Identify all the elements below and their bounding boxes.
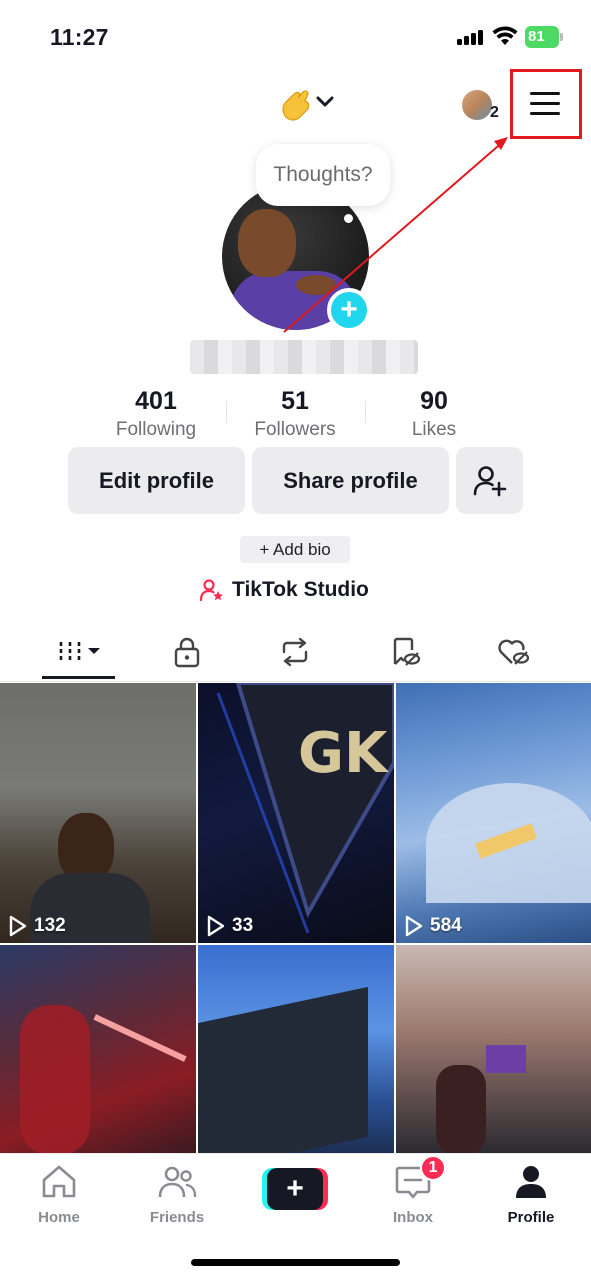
add-friends-button[interactable] bbox=[456, 447, 523, 514]
home-indicator bbox=[191, 1259, 400, 1266]
nav-home-label: Home bbox=[38, 1209, 80, 1226]
nav-inbox-label: Inbox bbox=[393, 1209, 433, 1226]
play-icon bbox=[405, 915, 423, 937]
share-profile-button[interactable]: Share profile bbox=[252, 447, 449, 514]
nav-profile-label: Profile bbox=[507, 1209, 555, 1226]
play-icon bbox=[207, 915, 225, 937]
wifi-icon bbox=[492, 26, 518, 45]
pinched-fingers-icon bbox=[282, 90, 310, 121]
lock-icon bbox=[174, 637, 200, 668]
following-count: 401 bbox=[135, 387, 177, 415]
view-count-value: 584 bbox=[430, 915, 462, 936]
status-emoji[interactable] bbox=[276, 84, 316, 124]
followers-count: 51 bbox=[281, 387, 309, 415]
followers-stat[interactable]: 51 Followers bbox=[225, 385, 365, 443]
likes-label: Likes bbox=[411, 419, 457, 440]
view-count: 584 bbox=[404, 915, 462, 937]
nav-friends-label: Friends bbox=[149, 1209, 205, 1226]
tab-private[interactable] bbox=[152, 630, 222, 674]
tab-videos[interactable] bbox=[44, 630, 114, 674]
home-icon bbox=[42, 1165, 76, 1198]
create-button[interactable]: + bbox=[262, 1168, 328, 1210]
cellular-signal-icon bbox=[457, 29, 485, 45]
following-label: Following bbox=[115, 419, 197, 440]
video-grid: 132 GK 33 584 bbox=[0, 683, 591, 1155]
add-avatar-button[interactable]: + bbox=[327, 288, 371, 332]
view-count-value: 33 bbox=[232, 915, 254, 936]
menu-button[interactable] bbox=[526, 86, 564, 120]
nav-home[interactable]: Home bbox=[14, 1164, 104, 1228]
edit-profile-button[interactable]: Edit profile bbox=[68, 447, 245, 514]
view-count: 33 bbox=[206, 915, 253, 937]
create-plus-icon: + bbox=[267, 1168, 323, 1210]
active-tab-indicator bbox=[42, 676, 115, 679]
video-thumbnail[interactable] bbox=[396, 945, 591, 1155]
view-count-value: 132 bbox=[34, 915, 66, 936]
username-redacted bbox=[190, 340, 418, 374]
thought-bubble[interactable]: Thoughts? bbox=[256, 144, 390, 206]
thought-bubble-tail bbox=[344, 214, 353, 223]
followers-label: Followers bbox=[254, 419, 336, 440]
friends-icon bbox=[158, 1166, 197, 1198]
profile-icon bbox=[516, 1166, 546, 1198]
nav-friends[interactable]: Friends bbox=[132, 1164, 222, 1228]
friend-count: 2 bbox=[490, 104, 499, 121]
liked-hidden-icon bbox=[498, 639, 530, 665]
play-icon bbox=[9, 915, 27, 937]
tab-favorites[interactable] bbox=[370, 630, 440, 674]
tab-reposts[interactable] bbox=[260, 630, 330, 674]
repost-icon bbox=[282, 637, 308, 667]
friend-avatar bbox=[460, 88, 494, 122]
status-bar: 11:27 81 bbox=[0, 0, 591, 72]
video-overlay-text: GK bbox=[298, 721, 388, 786]
following-stat[interactable]: 401 Following bbox=[86, 385, 226, 443]
battery-level: 81 bbox=[528, 28, 545, 45]
add-person-icon bbox=[473, 465, 506, 496]
videos-grid-icon bbox=[59, 642, 100, 662]
video-thumbnail[interactable]: 132 bbox=[0, 683, 196, 943]
tab-liked[interactable] bbox=[478, 630, 548, 674]
nav-profile[interactable]: Profile bbox=[486, 1164, 576, 1228]
likes-count: 90 bbox=[420, 387, 448, 415]
view-count: 132 bbox=[8, 915, 66, 937]
add-bio-button[interactable]: + Add bio bbox=[240, 536, 350, 563]
status-time: 11:27 bbox=[50, 24, 109, 50]
profile-tabs bbox=[0, 624, 591, 682]
video-thumbnail[interactable] bbox=[198, 945, 394, 1155]
battery-icon: 81 bbox=[525, 26, 563, 48]
video-thumbnail[interactable]: GK 33 bbox=[198, 683, 394, 943]
video-thumbnail[interactable]: 584 bbox=[396, 683, 591, 943]
chevron-down-icon[interactable] bbox=[316, 96, 334, 108]
favorites-hidden-icon bbox=[393, 637, 421, 666]
likes-stat[interactable]: 90 Likes bbox=[364, 385, 504, 443]
inbox-badge: 1 bbox=[420, 1155, 446, 1181]
tiktok-studio-label: TikTok Studio bbox=[232, 578, 369, 601]
profile-stats: 401 Following 51 Followers 90 Likes bbox=[0, 385, 591, 445]
video-thumbnail[interactable] bbox=[0, 945, 196, 1155]
tiktok-studio-link[interactable]: TikTok Studio bbox=[200, 574, 369, 606]
studio-person-star-icon bbox=[200, 579, 223, 602]
